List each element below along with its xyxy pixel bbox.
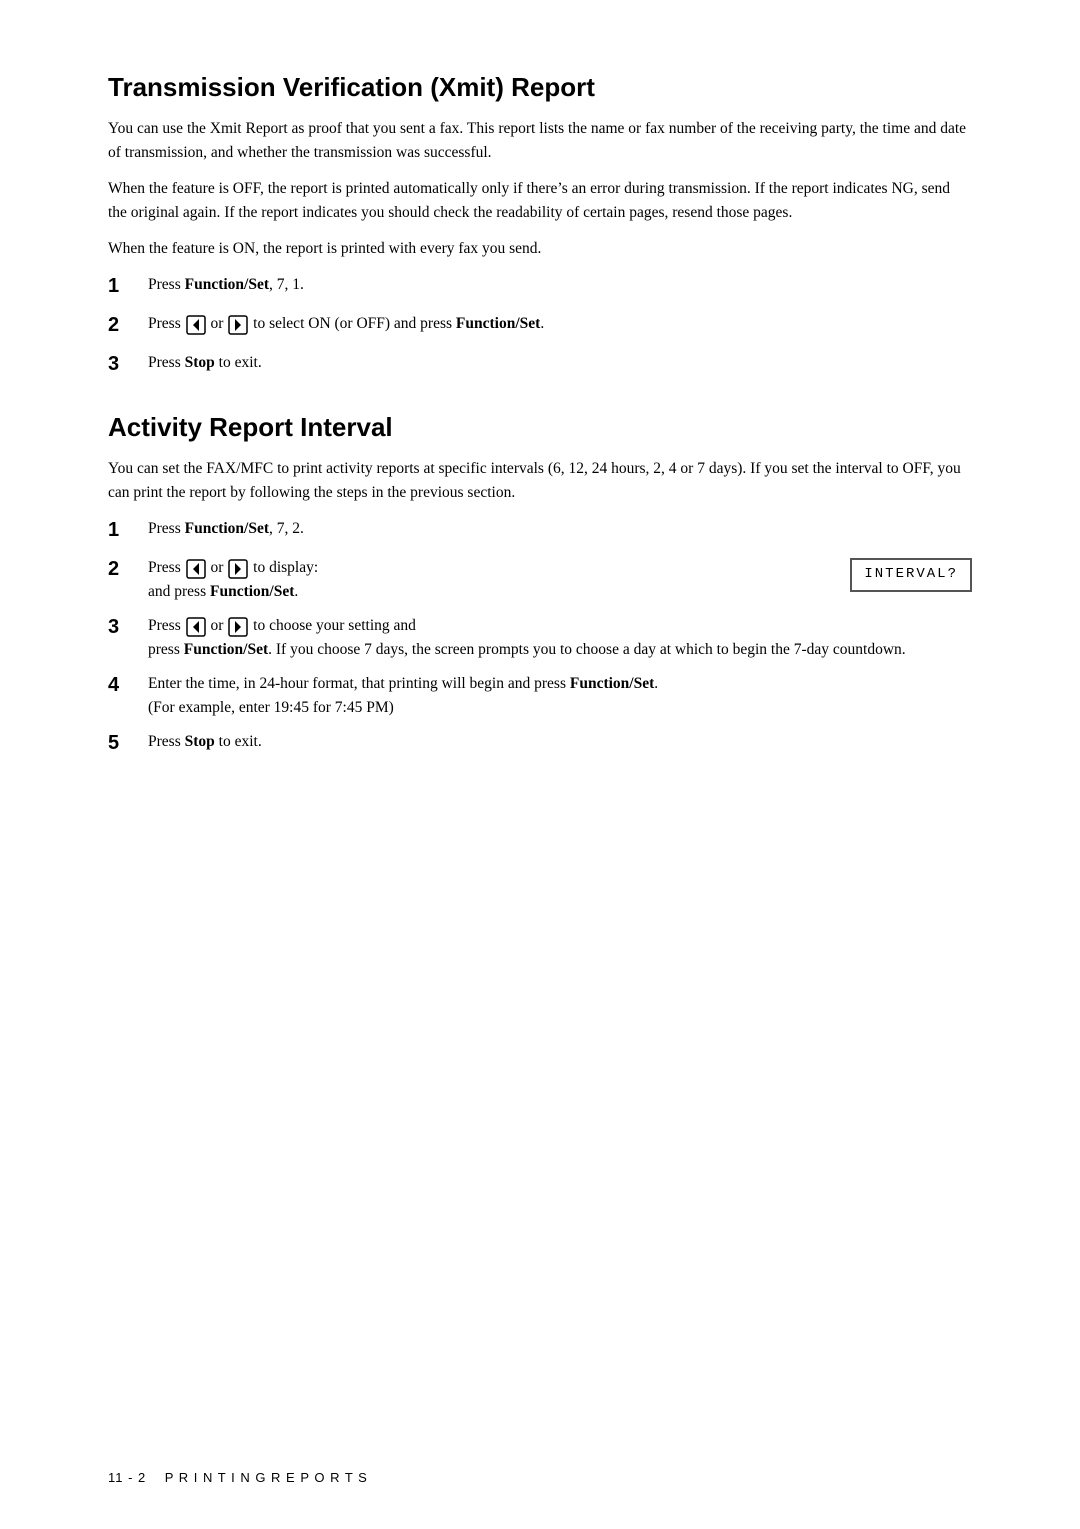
left-arrow-icon-3 xyxy=(186,617,206,637)
act-step-number-5: 5 xyxy=(108,728,144,759)
step-number-2: 2 xyxy=(108,310,144,341)
act-step-number-2: 2 xyxy=(108,554,144,585)
section-activity-report: Activity Report Interval You can set the… xyxy=(108,412,972,759)
act-step-content-4: Enter the time, in 24-hour format, that … xyxy=(148,672,972,720)
act-step-content-3: Press or to choose your setting and pres… xyxy=(148,614,972,662)
xmit-steps: 1 Press Function/Set, 7, 1. 2 Press or xyxy=(108,273,972,380)
act-step-content-5: Press Stop to exit. xyxy=(148,730,972,754)
left-arrow-icon xyxy=(186,315,206,335)
lcd-display: INTERVAL? xyxy=(820,558,972,592)
lcd-text: INTERVAL? xyxy=(850,558,972,592)
xmit-step-1: 1 Press Function/Set, 7, 1. xyxy=(108,273,972,302)
para-xmit-1: You can use the Xmit Report as proof tha… xyxy=(108,117,972,165)
activity-step-4: 4 Enter the time, in 24-hour format, tha… xyxy=(108,672,972,720)
right-arrow-icon-3 xyxy=(228,617,248,637)
act-step-number-3: 3 xyxy=(108,612,144,643)
activity-step-1: 1 Press Function/Set, 7, 2. xyxy=(108,517,972,546)
act-step-number-4: 4 xyxy=(108,670,144,701)
page-footer: 11 - 2 P R I N T I N G R E P O R T S xyxy=(108,1470,972,1485)
xmit-step-3: 3 Press Stop to exit. xyxy=(108,351,972,380)
para-xmit-3: When the feature is ON, the report is pr… xyxy=(108,237,972,261)
left-arrow-icon-2 xyxy=(186,559,206,579)
section-heading-activity: Activity Report Interval xyxy=(108,412,972,443)
step2-row: Press or to display: and press xyxy=(148,556,972,604)
step-content-1: Press Function/Set, 7, 1. xyxy=(148,273,972,297)
xmit-step-2: 2 Press or to select ON (or OFF) and pre… xyxy=(108,312,972,341)
section-heading-xmit: Transmission Verification (Xmit) Report xyxy=(108,72,972,103)
page: Transmission Verification (Xmit) Report … xyxy=(0,0,1080,1529)
step2-text: Press or to display: and press xyxy=(148,556,800,604)
footer-page-ref: 11 - 2 xyxy=(108,1470,146,1485)
right-arrow-icon-2 xyxy=(228,559,248,579)
act-step-number-1: 1 xyxy=(108,515,144,546)
section-xmit-report: Transmission Verification (Xmit) Report … xyxy=(108,72,972,380)
para-xmit-2: When the feature is OFF, the report is p… xyxy=(108,177,972,225)
footer-spacer xyxy=(146,1470,164,1485)
step-number-1: 1 xyxy=(108,271,144,302)
right-arrow-icon xyxy=(228,315,248,335)
step-number-3: 3 xyxy=(108,349,144,380)
act-step-content-1: Press Function/Set, 7, 2. xyxy=(148,517,972,541)
step-content-3: Press Stop to exit. xyxy=(148,351,972,375)
activity-steps: 1 Press Function/Set, 7, 2. 2 Press xyxy=(108,517,972,759)
step-content-2: Press or to select ON (or OFF) and press… xyxy=(148,312,972,336)
para-activity-1: You can set the FAX/MFC to print activit… xyxy=(108,457,972,505)
activity-step-2: 2 Press or xyxy=(108,556,972,604)
activity-step-5: 5 Press Stop to exit. xyxy=(108,730,972,759)
footer-chapter: P R I N T I N G R E P O R T S xyxy=(165,1470,368,1485)
act-step-content-2: Press or to display: and press xyxy=(148,556,972,604)
activity-step-3: 3 Press or to choose your setting and pr… xyxy=(108,614,972,662)
